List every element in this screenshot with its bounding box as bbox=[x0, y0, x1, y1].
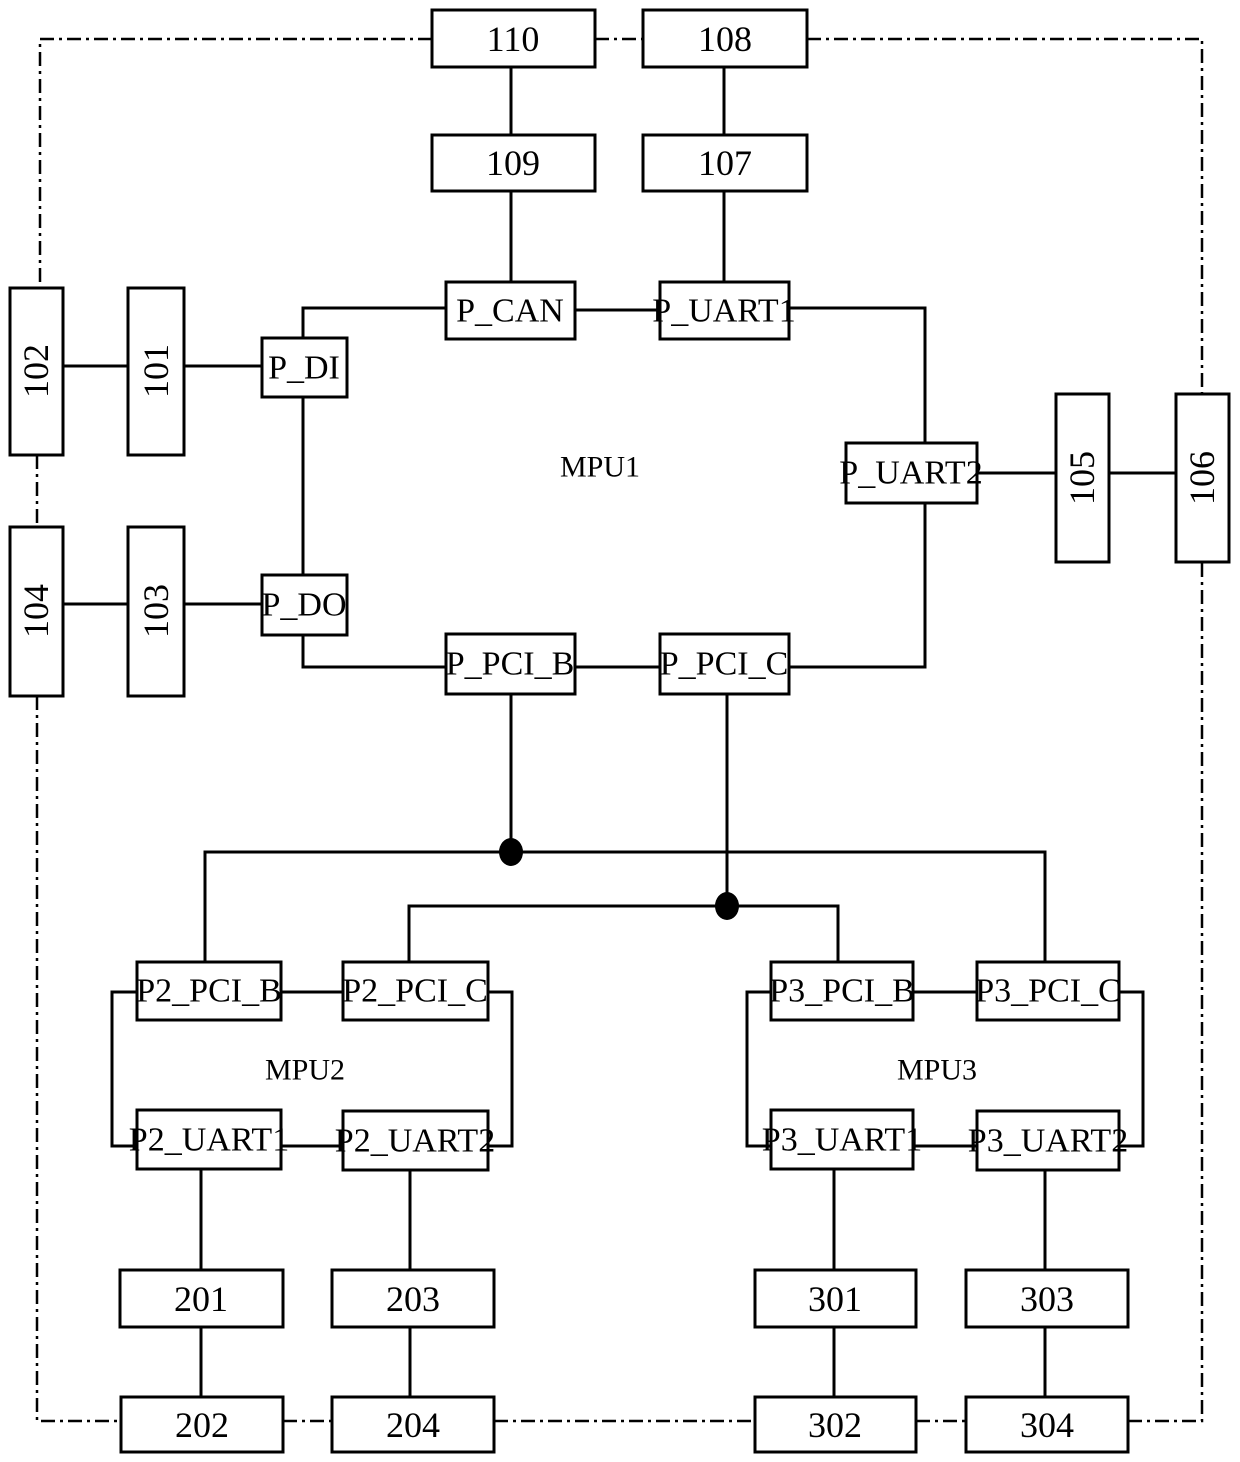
module-103-label: 103 bbox=[136, 584, 176, 638]
port-p-do-label: P_DO bbox=[261, 587, 346, 624]
module-301-label: 301 bbox=[808, 1279, 862, 1319]
module-302-label: 302 bbox=[808, 1405, 862, 1445]
module-107[interactable]: 107 bbox=[641, 133, 809, 193]
module-108-label: 108 bbox=[698, 19, 752, 59]
module-204[interactable]: 204 bbox=[330, 1395, 496, 1454]
port-p3-pci-b[interactable]: P3_PCI_B bbox=[769, 960, 915, 1022]
port-p2-pci-c-label: P2_PCI_C bbox=[342, 973, 488, 1010]
port-p-pci-b-label: P_PCI_B bbox=[446, 646, 575, 683]
wire-ppcic-puart2 bbox=[789, 503, 927, 669]
module-109[interactable]: 109 bbox=[430, 133, 597, 193]
port-p-uart1-label: P_UART1 bbox=[652, 293, 795, 330]
module-201[interactable]: 201 bbox=[118, 1268, 285, 1329]
port-p-di[interactable]: P_DI bbox=[260, 336, 349, 399]
module-303[interactable]: 303 bbox=[964, 1268, 1130, 1329]
module-102[interactable]: 102 bbox=[8, 286, 65, 457]
port-p3-pci-c[interactable]: P3_PCI_C bbox=[975, 960, 1121, 1022]
port-p-pci-c[interactable]: P_PCI_C bbox=[658, 632, 791, 696]
mpu2-label: MPU2 bbox=[265, 1054, 345, 1087]
module-109-label: 109 bbox=[486, 143, 540, 183]
port-p2-uart1[interactable]: P2_UART1 bbox=[129, 1108, 289, 1171]
junction-dot-pci-b bbox=[499, 838, 523, 866]
module-301[interactable]: 301 bbox=[753, 1268, 918, 1329]
module-101-label: 101 bbox=[136, 344, 176, 398]
dashdot-link-108-106 bbox=[807, 37, 1204, 394]
wire-puart1-puart2 bbox=[789, 306, 927, 443]
port-p2-uart2-label: P2_UART2 bbox=[335, 1123, 495, 1160]
port-p3-pci-c-label: P3_PCI_C bbox=[975, 973, 1121, 1010]
mpu1-label: MPU1 bbox=[560, 451, 640, 484]
module-104[interactable]: 104 bbox=[8, 525, 65, 698]
solid-wires bbox=[63, 68, 1176, 1398]
module-202-label: 202 bbox=[175, 1405, 229, 1445]
port-p3-uart1[interactable]: P3_UART1 bbox=[762, 1108, 922, 1171]
module-202[interactable]: 202 bbox=[119, 1395, 285, 1454]
module-108[interactable]: 108 bbox=[641, 8, 809, 69]
mpu3-label: MPU3 bbox=[897, 1054, 977, 1087]
port-p3-uart2-label: P3_UART2 bbox=[968, 1123, 1128, 1160]
module-110[interactable]: 110 bbox=[430, 8, 597, 69]
port-p-uart1[interactable]: P_UART1 bbox=[652, 280, 796, 341]
module-107-label: 107 bbox=[698, 143, 752, 183]
port-p2-pci-b[interactable]: P2_PCI_B bbox=[135, 960, 283, 1022]
port-p2-uart1-label: P2_UART1 bbox=[129, 1122, 289, 1159]
port-p2-pci-c[interactable]: P2_PCI_C bbox=[341, 960, 490, 1022]
module-110-label: 110 bbox=[487, 19, 540, 59]
module-106[interactable]: 106 bbox=[1174, 392, 1231, 564]
module-105[interactable]: 105 bbox=[1054, 392, 1111, 564]
junction-dot-pci-c bbox=[715, 892, 739, 920]
port-p-uart2-label: P_UART2 bbox=[839, 455, 982, 492]
dashdot-link-104-202 bbox=[35, 696, 121, 1423]
port-p-do[interactable]: P_DO bbox=[260, 573, 349, 637]
port-p2-uart2[interactable]: P2_UART2 bbox=[335, 1109, 495, 1172]
port-p-pci-c-label: P_PCI_C bbox=[660, 646, 789, 683]
module-103[interactable]: 103 bbox=[126, 525, 186, 698]
module-304-label: 304 bbox=[1020, 1405, 1074, 1445]
port-p3-uart1-label: P3_UART1 bbox=[762, 1122, 922, 1159]
system-block-diagram: 110 108 109 107 102 101 104 103 105 106 bbox=[8, 8, 1231, 1454]
module-203-label: 203 bbox=[386, 1279, 440, 1319]
port-p-uart2[interactable]: P_UART2 bbox=[839, 441, 983, 505]
module-105-label: 105 bbox=[1062, 451, 1102, 505]
module-101[interactable]: 101 bbox=[126, 286, 186, 457]
wire-pcan-pdi bbox=[301, 306, 446, 338]
wire-pci-c-bus bbox=[407, 904, 840, 962]
port-p3-uart2[interactable]: P3_UART2 bbox=[968, 1109, 1128, 1172]
port-p2-pci-b-label: P2_PCI_B bbox=[136, 973, 282, 1010]
wire-pdo-ppcib bbox=[301, 635, 446, 669]
module-203[interactable]: 203 bbox=[330, 1268, 496, 1329]
module-204-label: 204 bbox=[386, 1405, 440, 1445]
module-104-label: 104 bbox=[16, 584, 56, 638]
port-p-can-label: P_CAN bbox=[456, 293, 564, 330]
module-302[interactable]: 302 bbox=[753, 1395, 918, 1454]
module-303-label: 303 bbox=[1020, 1279, 1074, 1319]
module-102-label: 102 bbox=[16, 344, 56, 398]
module-201-label: 201 bbox=[174, 1279, 228, 1319]
port-p-di-label: P_DI bbox=[268, 350, 340, 387]
module-106-label: 106 bbox=[1182, 451, 1222, 505]
port-p-can[interactable]: P_CAN bbox=[444, 280, 577, 341]
module-304[interactable]: 304 bbox=[964, 1395, 1130, 1454]
port-p3-pci-b-label: P3_PCI_B bbox=[769, 973, 915, 1010]
dashdot-link-110-102 bbox=[38, 37, 432, 288]
dashdot-bus bbox=[35, 37, 1204, 1423]
port-p-pci-b[interactable]: P_PCI_B bbox=[444, 632, 577, 696]
